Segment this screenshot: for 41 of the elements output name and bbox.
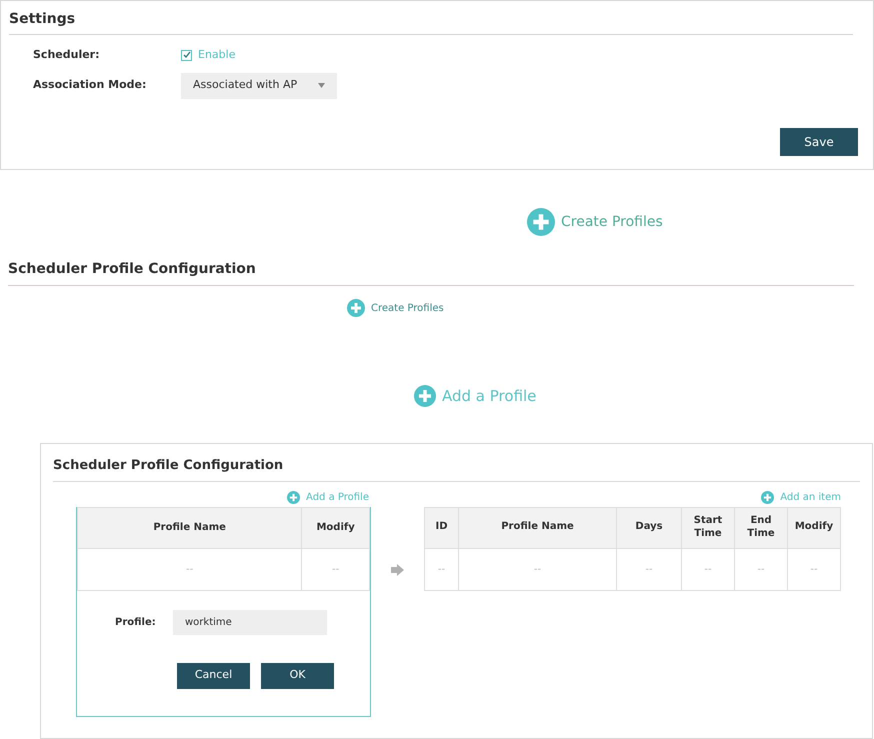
add-link[interactable]: Add a Profile <box>414 385 536 408</box>
table-cell: -- <box>424 548 458 590</box>
column-header: Modify <box>302 507 370 548</box>
column-header: ID <box>424 507 458 548</box>
association-mode-dropdown[interactable]: Associated with AP <box>181 72 337 98</box>
add-icon <box>527 208 555 236</box>
section-heading: Scheduler Profile Configuration <box>7 260 257 279</box>
column-header: End Time <box>734 507 788 548</box>
cancel-button[interactable]: Cancel <box>177 662 250 688</box>
save-button[interactable]: Save <box>780 128 858 156</box>
add-icon <box>347 299 365 317</box>
profile-input-field[interactable]: worktime <box>173 610 327 634</box>
panel-title: Scheduler Profile Configuration <box>53 457 284 475</box>
add-icon <box>287 490 300 504</box>
add-link[interactable]: Add a Profile <box>287 490 369 504</box>
table-cell: -- <box>788 548 840 590</box>
field-label: Profile: <box>115 616 157 630</box>
column-header: Days <box>616 507 682 548</box>
add-icon <box>414 385 436 408</box>
column-header: Start Time <box>682 507 734 548</box>
dropdown-caret-icon <box>318 83 325 88</box>
column-header: Modify <box>788 507 840 548</box>
panel-title: Settings <box>9 10 76 29</box>
ok-button[interactable]: OK <box>261 662 334 688</box>
column-header: Profile Name <box>458 507 616 548</box>
add-link[interactable]: Create Profiles <box>527 208 663 236</box>
table-cell: -- <box>302 548 370 590</box>
table-cell: -- <box>682 548 734 590</box>
arrow-icon <box>391 564 404 576</box>
table-cell: -- <box>616 548 682 590</box>
field-label: Association Mode: <box>33 77 148 94</box>
checkbox-icon <box>181 50 192 61</box>
enable-checkbox[interactable]: Enable <box>181 47 236 64</box>
table-cell: -- <box>458 548 616 590</box>
column-header: Profile Name <box>78 507 302 548</box>
add-link[interactable]: Add an item <box>761 490 841 504</box>
field-label: Scheduler: <box>33 47 100 63</box>
add-link[interactable]: Create Profiles <box>347 299 444 317</box>
table-cell: -- <box>734 548 788 590</box>
table-cell: -- <box>78 548 302 590</box>
add-icon <box>761 490 774 504</box>
